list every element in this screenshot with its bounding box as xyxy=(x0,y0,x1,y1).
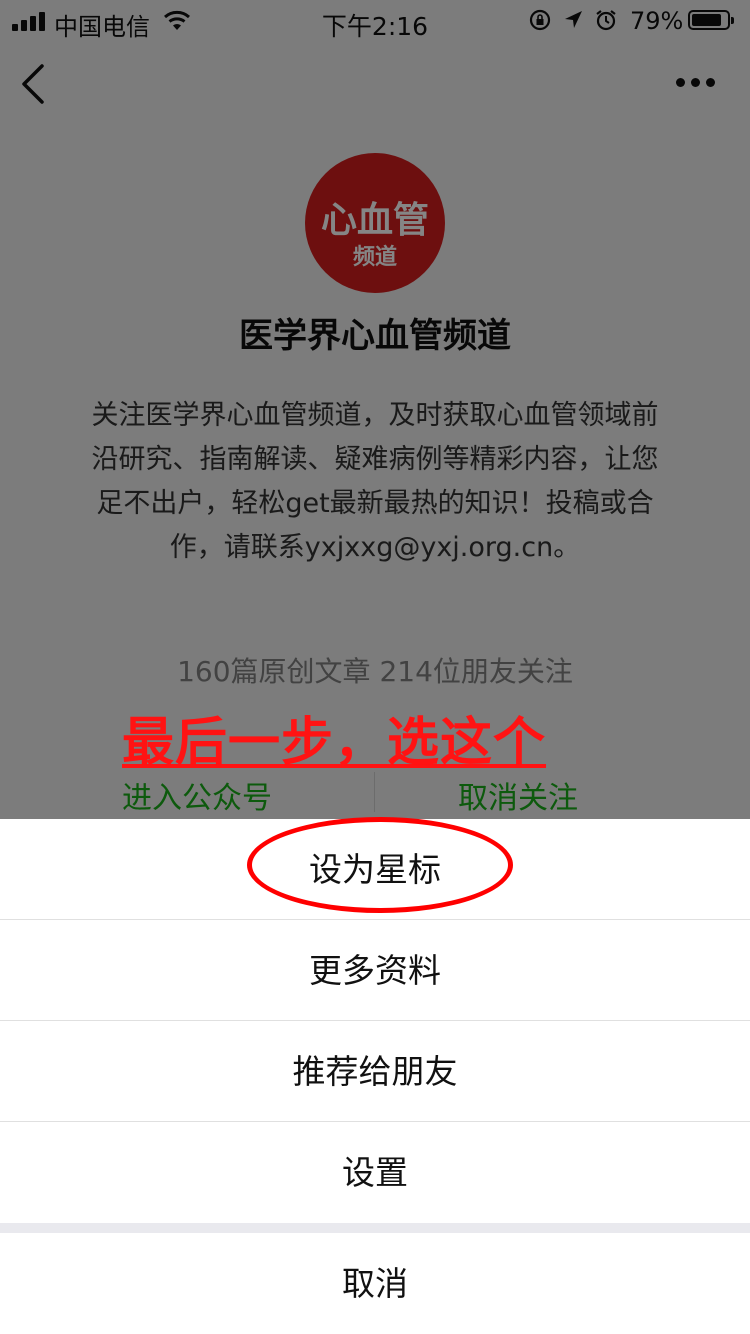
sheet-item-recommend[interactable]: 推荐给朋友 xyxy=(0,1021,750,1122)
sheet-separator xyxy=(0,1223,750,1233)
sheet-cancel-button[interactable]: 取消 xyxy=(0,1233,750,1334)
sheet-item-settings[interactable]: 设置 xyxy=(0,1122,750,1223)
highlight-circle-annotation xyxy=(247,817,513,913)
annotation-text: 最后一步，选这个 xyxy=(122,713,547,773)
sheet-item-more-info[interactable]: 更多资料 xyxy=(0,920,750,1021)
